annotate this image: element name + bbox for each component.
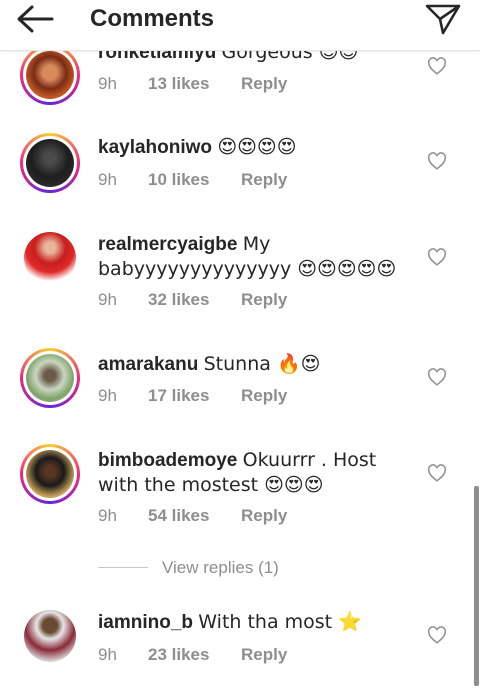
comment-text: kaylahoniwo 😍😍😍😍 <box>98 135 413 160</box>
view-replies-button[interactable]: View replies (1) <box>98 558 398 580</box>
comment-username[interactable]: kaylahoniwo <box>98 137 212 158</box>
avatar[interactable] <box>20 45 80 105</box>
paper-plane-icon[interactable] <box>424 2 462 36</box>
avatar[interactable] <box>20 133 80 193</box>
heart-icon[interactable] <box>427 57 447 75</box>
comment-text: bimboademoye Okuurrr . Host with the mos… <box>98 448 413 498</box>
comment-time: 9h <box>98 506 117 525</box>
heart-icon[interactable] <box>427 464 447 482</box>
avatar[interactable] <box>20 228 80 288</box>
comment-likes[interactable]: 17 likes <box>148 386 209 406</box>
comment-username[interactable]: iamnino_b <box>98 612 193 633</box>
reply-button[interactable]: Reply <box>241 386 287 406</box>
comment-username[interactable]: bimboademoye <box>98 450 237 471</box>
comment-username[interactable]: realmercyaigbe <box>98 234 237 255</box>
reply-button[interactable]: Reply <box>241 74 287 94</box>
avatar[interactable] <box>20 606 80 666</box>
comment-likes[interactable]: 32 likes <box>148 290 209 310</box>
divider <box>98 567 148 568</box>
reply-button[interactable]: Reply <box>241 290 287 310</box>
page-title: Comments <box>90 5 215 32</box>
comment-likes[interactable]: 13 likes <box>148 74 209 94</box>
top-bar: Comments <box>0 0 480 51</box>
comments-list[interactable]: ronketiamiyu Gorgeous 😍😍 9h 13 likes Rep… <box>0 0 480 692</box>
comment-text: iamnino_b With tha most ⭐ <box>98 610 413 635</box>
comment-time: 9h <box>98 386 117 405</box>
comment-body: Stunna 🔥😍 <box>203 353 321 375</box>
avatar[interactable] <box>20 444 80 504</box>
comment-body: With tha most ⭐ <box>198 611 362 633</box>
comment-username[interactable]: amarakanu <box>98 354 198 375</box>
heart-icon[interactable] <box>427 368 447 386</box>
reply-button[interactable]: Reply <box>241 645 287 665</box>
scrollbar[interactable] <box>474 486 479 686</box>
comment-text: amarakanu Stunna 🔥😍 <box>98 352 413 377</box>
comment-likes[interactable]: 54 likes <box>148 506 209 526</box>
reply-button[interactable]: Reply <box>241 170 287 190</box>
arrow-left-icon[interactable] <box>14 4 56 34</box>
heart-icon[interactable] <box>427 248 447 266</box>
comment-likes[interactable]: 10 likes <box>148 170 209 190</box>
comment-time: 9h <box>98 74 117 93</box>
view-replies-label: View replies (1) <box>162 558 279 577</box>
comment-time: 9h <box>98 170 117 189</box>
comment-time: 9h <box>98 645 117 664</box>
comment-text: realmercyaigbe My babyyyyyyyyyyyyyy 😍😍😍😍… <box>98 232 413 282</box>
reply-button[interactable]: Reply <box>241 506 287 526</box>
comment-time: 9h <box>98 290 117 309</box>
heart-icon[interactable] <box>427 626 447 644</box>
avatar[interactable] <box>20 348 80 408</box>
heart-icon[interactable] <box>427 152 447 170</box>
comment-likes[interactable]: 23 likes <box>148 645 209 665</box>
comment-body: 😍😍😍😍 <box>217 136 297 158</box>
